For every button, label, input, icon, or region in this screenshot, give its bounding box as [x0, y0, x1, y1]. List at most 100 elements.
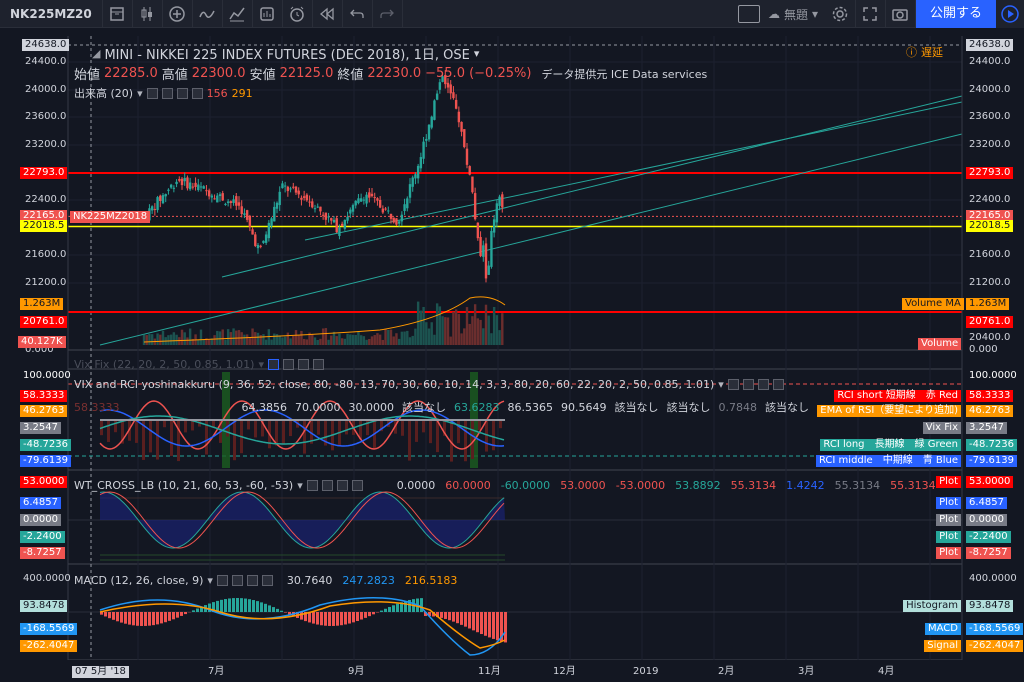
eye-icon[interactable]: [216, 575, 228, 586]
settings-icon[interactable]: [231, 575, 243, 586]
macd-histogram-bar: [180, 612, 183, 616]
candle-body: [226, 201, 230, 204]
volume-bar: [501, 313, 504, 345]
candle-body: [349, 209, 352, 214]
replay-icon[interactable]: [313, 0, 343, 28]
eye-icon[interactable]: [306, 480, 318, 491]
volume-bar: [169, 334, 173, 345]
volume-label[interactable]: 出来高 (20): [74, 85, 133, 101]
price-marker: 22018.5: [966, 220, 1014, 233]
plus-icon[interactable]: [336, 480, 348, 491]
volume-bar: [159, 334, 162, 345]
chart-title[interactable]: MINI - NIKKEI 225 INDEX FUTURES (DEC 201…: [104, 44, 469, 63]
vixfix-legend[interactable]: Vix Fix (22, 20, 2, 50, 0.85, 1.01) ▾: [74, 358, 324, 371]
wt-label[interactable]: WT_CROSS_LB (10, 21, 60, 53, -60, -53): [74, 479, 293, 492]
fullscreen-icon[interactable]: [856, 0, 886, 28]
right-price-tick: 22400.0: [969, 194, 1011, 206]
time-axis: [0, 660, 1024, 682]
macd-left-tick: -262.4047: [20, 640, 78, 652]
redo-icon[interactable]: [373, 0, 403, 28]
chevron-down-icon[interactable]: ▾: [207, 574, 213, 587]
play-icon[interactable]: [996, 0, 1024, 28]
candle-body: [286, 186, 290, 192]
candle-body: [498, 196, 501, 206]
volume-bar: [319, 338, 322, 345]
macd-histogram-bar: [256, 601, 259, 612]
close-icon[interactable]: [772, 379, 784, 390]
right-price-tick: 23200.0: [969, 138, 1011, 150]
indicator-icon[interactable]: [193, 0, 223, 28]
volume-bar: [186, 337, 189, 345]
candle-type-icon[interactable]: [133, 0, 163, 28]
close-icon[interactable]: [351, 480, 363, 491]
candle-body: [264, 234, 268, 243]
eye-icon[interactable]: [268, 359, 279, 370]
chevron-down-icon[interactable]: ▾: [297, 479, 303, 492]
macd-histogram-bar: [452, 612, 455, 622]
rci-label[interactable]: VIX and RCI yoshinakkuru (9, 36, 52, clo…: [74, 378, 714, 391]
volume-bar: [430, 322, 433, 345]
volume-bar: [188, 328, 192, 345]
add-icon[interactable]: [163, 0, 193, 28]
plus-icon[interactable]: [757, 379, 769, 390]
publish-button[interactable]: 公開する: [915, 0, 996, 28]
volume-bar: [251, 328, 254, 345]
candle-body: [389, 213, 393, 219]
camera-icon[interactable]: [886, 0, 916, 28]
macd-histogram-bar: [440, 612, 443, 618]
volume-bar: [395, 333, 398, 345]
volume-bar: [243, 334, 246, 345]
delay-badge[interactable]: ⓘ 遅延: [906, 44, 943, 60]
candle-body: [267, 222, 271, 239]
settings-icon[interactable]: [321, 480, 333, 491]
chevron-down-icon[interactable]: ▾: [718, 378, 724, 391]
rci-left-tick: 100.0000: [23, 370, 71, 381]
rci-values: 58.3333 64.3856 70.0000 30.0000 該当なし 63.6283 8…: [74, 399, 813, 415]
compare-icon[interactable]: [223, 0, 253, 28]
plus-icon[interactable]: [298, 359, 309, 370]
trend-line: [304, 101, 963, 241]
interval-calendar-icon[interactable]: [103, 0, 133, 28]
settings-icon[interactable]: [742, 379, 754, 390]
close-icon[interactable]: [261, 575, 273, 586]
candle-body: [313, 208, 317, 210]
macd-label[interactable]: MACD (12, 26, close, 9): [74, 574, 203, 587]
macd-histogram-bar: [168, 612, 171, 621]
layout-icon[interactable]: [737, 5, 760, 23]
save-layout-button[interactable]: ☁ 無題 ▾: [768, 6, 818, 23]
vix-bar: [464, 420, 467, 462]
macd-histogram-bar: [300, 612, 303, 620]
templates-icon[interactable]: [253, 0, 283, 28]
chevron-down-icon[interactable]: ▾: [474, 47, 480, 60]
symbol-search[interactable]: NK225MZ20: [0, 0, 103, 28]
price-marker: 22793.0: [966, 166, 1014, 179]
price-marker: 22018.5: [20, 220, 68, 233]
candle-body: [216, 195, 219, 203]
close-icon[interactable]: [313, 359, 324, 370]
candle-body: [289, 188, 292, 190]
macd-histogram-bar: [348, 612, 351, 624]
rci-legend: VIX and RCI yoshinakkuru (9, 36, 52, clo…: [74, 378, 784, 391]
volume-bar: [433, 334, 436, 345]
alert-clock-icon[interactable]: [283, 0, 313, 28]
candle-body: [259, 245, 262, 247]
volume-bar: [411, 335, 414, 345]
plus-icon[interactable]: [246, 575, 258, 586]
undo-icon[interactable]: [343, 0, 373, 28]
volume-bar: [281, 337, 284, 345]
candle-body: [210, 195, 214, 198]
close-icon[interactable]: [191, 87, 203, 99]
time-tick: 9月: [348, 666, 365, 677]
candle-body: [435, 93, 439, 100]
eye-icon[interactable]: [727, 379, 739, 390]
candle-body: [449, 84, 452, 94]
gear-icon[interactable]: [826, 0, 856, 28]
eye-icon[interactable]: [146, 87, 158, 99]
settings-icon[interactable]: [161, 87, 173, 99]
macd-histogram-bar: [236, 598, 239, 612]
macd-histogram-bar: [160, 612, 163, 624]
chevron-down-icon[interactable]: ▾: [137, 87, 143, 100]
plus-icon[interactable]: [176, 87, 188, 99]
settings-icon[interactable]: [283, 359, 294, 370]
vix-bar: [429, 420, 432, 444]
